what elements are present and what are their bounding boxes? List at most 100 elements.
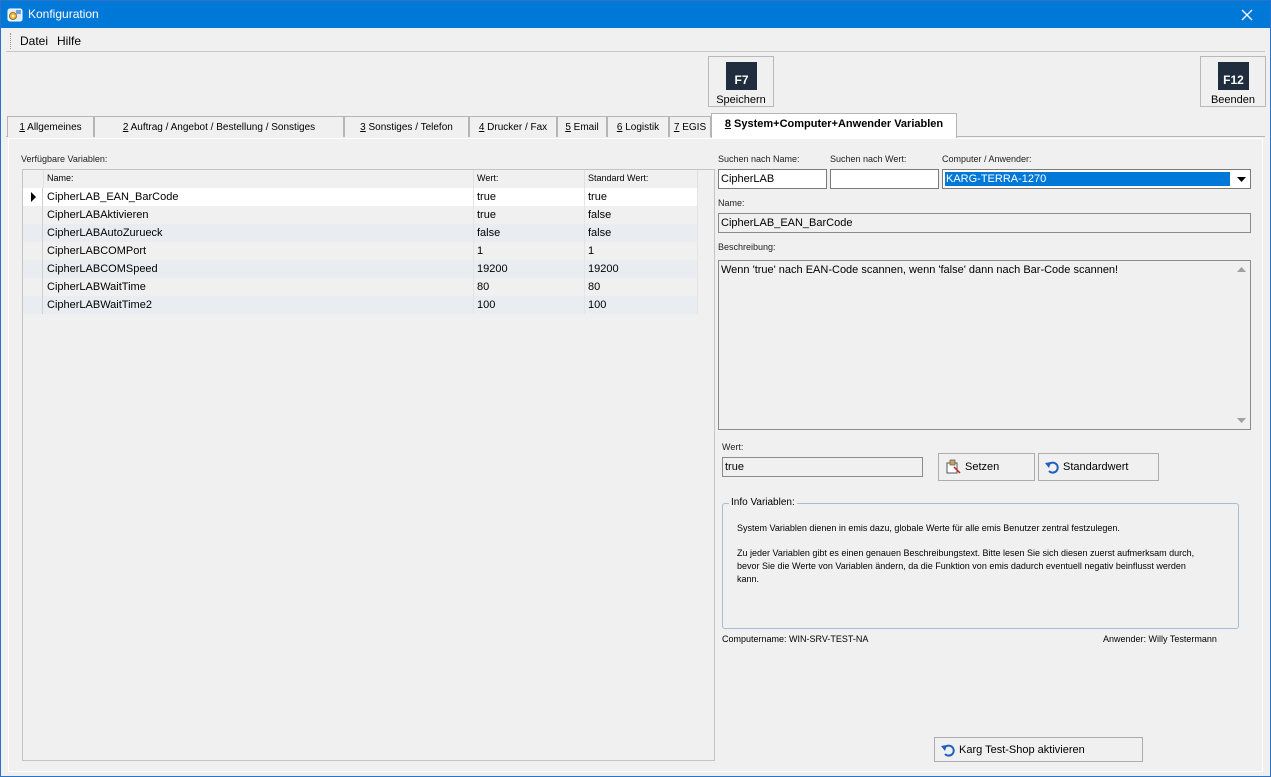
- save-label: Speichern: [716, 94, 766, 106]
- computer-name-label: Computername: WIN-SRV-TEST-NA: [722, 634, 869, 644]
- row-selector: [23, 188, 43, 206]
- row-selector: [23, 296, 43, 314]
- variable-name-field[interactable]: CipherLAB_EAN_BarCode: [718, 213, 1251, 233]
- chevron-down-icon[interactable]: [1232, 170, 1250, 188]
- table-row[interactable]: CipherLAB_EAN_BarCode true true: [23, 188, 698, 206]
- tab-strip: 1 Allgemeines 2 Auftrag / Angebot / Best…: [6, 113, 1265, 138]
- table-row[interactable]: CipherLABCOMPort 1 1: [23, 242, 698, 260]
- cell-value: 19200: [474, 260, 585, 278]
- set-icon: [945, 459, 961, 475]
- column-header-default[interactable]: Standard Wert:: [585, 170, 698, 188]
- menu-help[interactable]: Hilfe: [57, 34, 81, 48]
- search-name-input[interactable]: CipherLAB: [718, 169, 827, 189]
- close-icon[interactable]: [1224, 1, 1270, 28]
- activate-test-shop-label: Karg Test-Shop aktivieren: [959, 743, 1085, 756]
- column-header-value[interactable]: Wert:: [474, 170, 585, 188]
- tab-allgemeines[interactable]: 1 Allgemeines: [7, 116, 94, 137]
- cell-default: false: [585, 224, 698, 242]
- variables-label: Verfügbare Variablen:: [21, 154, 108, 164]
- computer-user-select[interactable]: KARG-TERRA-1270: [942, 169, 1251, 189]
- table-row[interactable]: CipherLABWaitTime2 100 100: [23, 296, 698, 314]
- tab-auftrag[interactable]: 2 Auftrag / Angebot / Bestellung / Sonst…: [94, 116, 344, 137]
- activate-test-shop-button[interactable]: Karg Test-Shop aktivieren: [934, 737, 1143, 762]
- menu-grip-icon: [10, 33, 13, 49]
- value-label: Wert:: [722, 442, 744, 452]
- cell-name: CipherLABCOMSpeed: [44, 260, 474, 278]
- table-row[interactable]: CipherLABCOMSpeed 19200 19200: [23, 260, 698, 278]
- tab-system-variablen[interactable]: 8 System+Computer+Anwender Variablen: [711, 113, 957, 138]
- current-row-arrow-icon: [31, 192, 36, 202]
- table-row[interactable]: CipherLABAktivieren true false: [23, 206, 698, 224]
- row-selector: [23, 260, 43, 278]
- cell-name: CipherLABWaitTime: [44, 278, 474, 296]
- cell-name: CipherLABAutoZurueck: [44, 224, 474, 242]
- cell-value: 80: [474, 278, 585, 296]
- cell-value: true: [474, 188, 585, 206]
- cell-name: CipherLABCOMPort: [44, 242, 474, 260]
- row-selector: [23, 242, 43, 260]
- user-name-label: Anwender: Willy Testermann: [1103, 634, 1217, 644]
- scroll-up-icon: [1237, 267, 1246, 272]
- tab-sonstiges-telefon[interactable]: 3 Sonstiges / Telefon: [344, 116, 469, 137]
- description-field[interactable]: Wenn 'true' nach EAN-Code scannen, wenn …: [718, 260, 1251, 430]
- computer-user-selected-value: KARG-TERRA-1270: [945, 172, 1230, 186]
- save-button[interactable]: F7 Speichern: [708, 56, 774, 107]
- tab-egis[interactable]: 7 EGIS: [669, 116, 711, 137]
- value-input[interactable]: true: [722, 457, 923, 477]
- computer-user-label: Computer / Anwender:: [942, 154, 1032, 164]
- search-name-label: Suchen nach Name:: [718, 154, 800, 164]
- exit-label: Beenden: [1210, 94, 1256, 106]
- description-scrollbar[interactable]: [1233, 261, 1250, 429]
- tab-email[interactable]: 5 Email: [557, 116, 607, 137]
- undo-icon: [1045, 460, 1059, 474]
- description-text: Wenn 'true' nach EAN-Code scannen, wenn …: [721, 264, 1119, 276]
- set-button-label: Setzen: [965, 461, 1000, 473]
- cell-value: 100: [474, 296, 585, 314]
- info-variables-group: Info Variablen: System Variablen dienen …: [722, 497, 1239, 629]
- row-selector-header: [23, 170, 44, 188]
- f12-key-icon: F12: [1218, 62, 1249, 90]
- info-group-title: Info Variablen:: [729, 497, 797, 508]
- window-title: Konfiguration: [28, 7, 99, 21]
- cell-default: true: [585, 188, 698, 206]
- tab-logistik[interactable]: 6 Logistik: [607, 116, 669, 137]
- row-selector: [23, 278, 43, 296]
- cell-default: 19200: [585, 260, 698, 278]
- description-label: Beschreibung:: [718, 242, 776, 252]
- column-header-name[interactable]: Name:: [44, 170, 474, 188]
- grid-header: Name: Wert: Standard Wert:: [23, 170, 698, 188]
- name-label: Name:: [718, 198, 745, 208]
- default-value-button[interactable]: Standardwert: [1038, 453, 1159, 481]
- cell-default: 1: [585, 242, 698, 260]
- toolbar: F7 Speichern F12 Beenden: [6, 53, 1266, 108]
- set-button[interactable]: Setzen: [938, 453, 1035, 481]
- cell-value: false: [474, 224, 585, 242]
- exit-button[interactable]: F12 Beenden: [1200, 56, 1266, 107]
- tab-drucker-fax[interactable]: 4 Drucker / Fax: [469, 116, 557, 137]
- info-text-2: Zu jeder Variablen gibt es einen genauen…: [737, 548, 1195, 584]
- row-selector: [23, 206, 43, 224]
- menu-bar: Datei Hilfe: [6, 29, 1265, 52]
- scroll-down-icon: [1237, 418, 1246, 423]
- menu-file[interactable]: Datei: [20, 34, 48, 48]
- default-value-button-label: Standardwert: [1063, 461, 1129, 473]
- cell-default: 100: [585, 296, 698, 314]
- info-text-1: System Variablen dienen in emis dazu, gl…: [737, 523, 1120, 533]
- variables-grid[interactable]: Name: Wert: Standard Wert: CipherLAB_EAN…: [22, 169, 715, 761]
- cell-name: CipherLABWaitTime2: [44, 296, 474, 314]
- row-selector: [23, 224, 43, 242]
- search-value-label: Suchen nach Wert:: [830, 154, 907, 164]
- f7-key-icon: F7: [726, 62, 757, 90]
- cell-name: CipherLAB_EAN_BarCode: [44, 188, 474, 206]
- cell-value: true: [474, 206, 585, 224]
- title-bar: Konfiguration: [1, 1, 1270, 28]
- undo-icon: [941, 743, 955, 757]
- table-row[interactable]: CipherLABWaitTime 80 80: [23, 278, 698, 296]
- cell-name: CipherLABAktivieren: [44, 206, 474, 224]
- configuration-window: Konfiguration Datei Hilfe F7 Speichern F…: [0, 0, 1271, 777]
- cell-value: 1: [474, 242, 585, 260]
- cell-default: 80: [585, 278, 698, 296]
- app-icon: [7, 7, 23, 23]
- search-value-input[interactable]: [830, 169, 939, 189]
- table-row[interactable]: CipherLABAutoZurueck false false: [23, 224, 698, 242]
